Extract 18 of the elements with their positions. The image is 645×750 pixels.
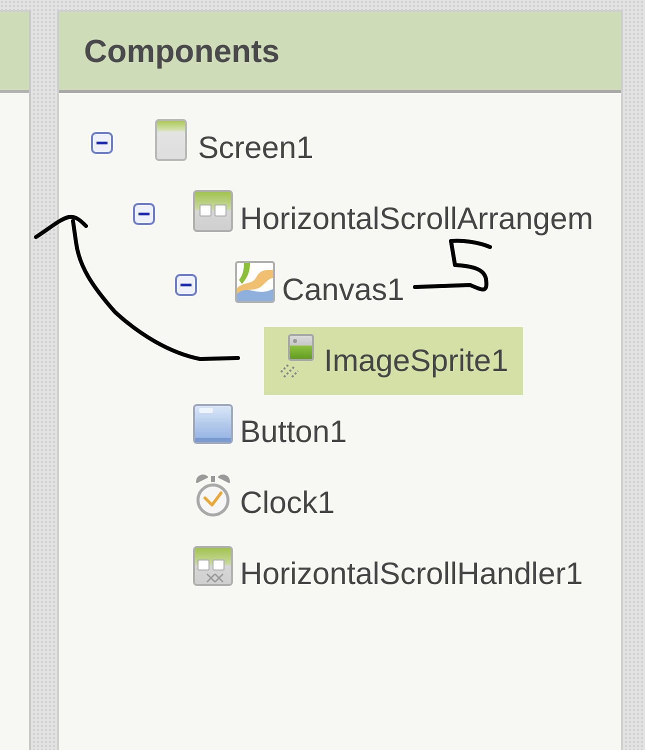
layout-icon (193, 190, 233, 232)
tree-item[interactable]: HorizontalScrollHandler1 (180, 540, 598, 608)
tree-item[interactable]: Button1 (180, 398, 362, 466)
collapse-toggle[interactable] (91, 132, 113, 154)
collapse-toggle[interactable] (133, 202, 155, 224)
tree-item[interactable]: ImageSprite1 (264, 326, 524, 394)
screen-icon (155, 118, 187, 160)
panel-title: Components (84, 32, 280, 70)
canvas-icon (235, 260, 275, 302)
tree-item[interactable]: Canvas1 (222, 256, 420, 324)
moving-image-icon (280, 334, 314, 378)
tree-item[interactable]: Screen1 (138, 114, 328, 182)
tree-item[interactable]: Clock1 (180, 468, 350, 536)
button-icon (193, 404, 233, 444)
collapse-toggle[interactable] (175, 274, 197, 296)
tree-item[interactable]: HorizontalScrollArrangem (180, 184, 608, 252)
layout-icon (193, 546, 233, 586)
alarm-clock-icon (195, 472, 231, 516)
